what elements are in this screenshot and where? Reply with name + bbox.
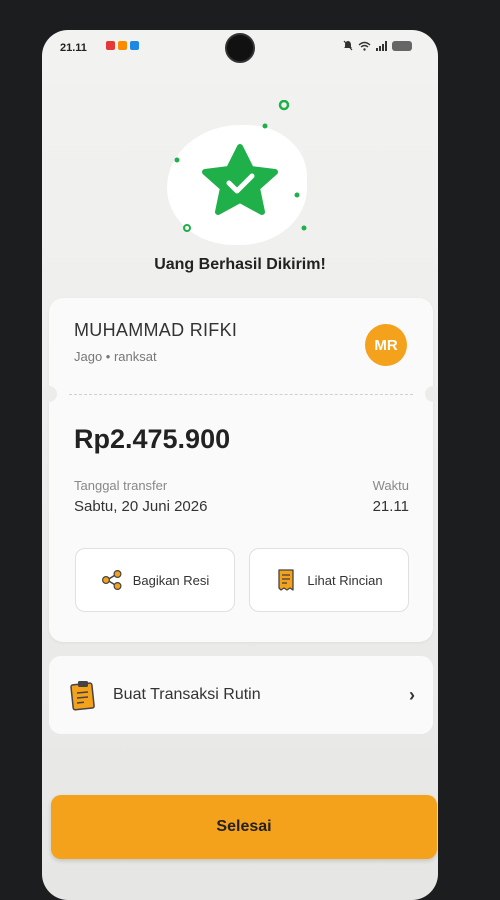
- share-receipt-label: Bagikan Resi: [132, 572, 210, 588]
- signal-icon: [376, 40, 387, 51]
- create-routine-transaction-label: Buat Transaksi Rutin: [113, 686, 261, 703]
- receipt-icon: [278, 569, 295, 591]
- share-receipt-button[interactable]: Bagikan Resi: [75, 548, 235, 612]
- notification-app-icon: [106, 41, 115, 50]
- success-illustration: [147, 100, 327, 260]
- view-details-button[interactable]: Lihat Rincian: [249, 548, 409, 612]
- avatar: MR: [365, 324, 407, 366]
- clipboard-icon: [70, 681, 95, 711]
- done-button[interactable]: Selesai: [51, 795, 437, 859]
- transfer-time-label: Waktu: [372, 478, 409, 493]
- chevron-right-icon: ›: [409, 684, 415, 705]
- status-time: 21.11: [60, 42, 87, 54]
- card-notch: [425, 386, 438, 402]
- front-camera: [225, 33, 255, 63]
- battery-icon: [392, 40, 412, 51]
- dashed-divider: [69, 394, 413, 395]
- recipient-name: MUHAMMAD RIFKI: [74, 320, 238, 340]
- mute-icon: [343, 40, 353, 51]
- status-bar: 21.11: [42, 30, 438, 64]
- recipient-bank-info: Jago • ranksat: [74, 349, 157, 364]
- star-check-icon: [174, 100, 307, 232]
- status-notification-icons: [106, 41, 139, 50]
- phone-screen: 21.11 Uang Berhasil Dikirim! MUHAMMAD RI…: [42, 30, 438, 900]
- wifi-icon: [358, 41, 371, 51]
- success-title: Uang Berhasil Dikirim!: [154, 256, 326, 273]
- receipt-card: MUHAMMAD RIFKI Jago • ranksat MR Rp2.475…: [42, 298, 438, 642]
- notification-app-icon: [130, 41, 139, 50]
- create-routine-transaction-button[interactable]: Buat Transaksi Rutin ›: [49, 656, 433, 734]
- transfer-time-value: 21.11: [372, 498, 409, 515]
- notification-app-icon: [118, 41, 127, 50]
- transfer-amount: Rp2.475.900: [74, 424, 231, 454]
- view-details-label: Lihat Rincian: [307, 572, 383, 588]
- card-notch: [42, 386, 57, 402]
- status-system-icons: [343, 40, 412, 51]
- transfer-date-value: Sabtu, 20 Juni 2026: [74, 498, 208, 515]
- share-icon: [101, 569, 122, 591]
- transfer-date-label: Tanggal transfer: [74, 478, 168, 493]
